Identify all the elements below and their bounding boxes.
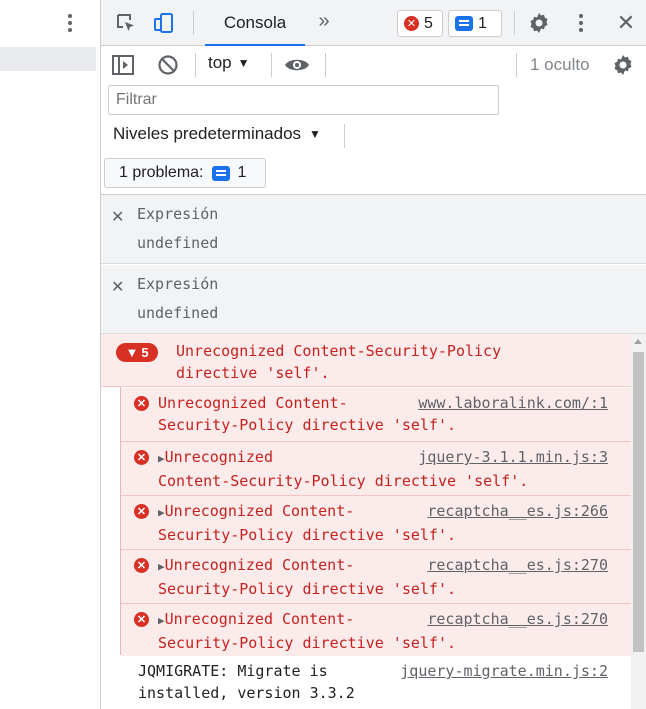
error-source-link[interactable]: recaptcha__es.js:270	[421, 608, 608, 630]
error-message-line1: Unrecognized Content-	[158, 394, 348, 412]
page-topbar	[0, 0, 100, 46]
hidden-messages-count: 1 oculto	[530, 55, 590, 74]
console-messages: ▼ 5 Unrecognized Content-Security-Policy …	[101, 334, 646, 709]
tabbar-separator	[514, 11, 515, 35]
expand-triangle-icon[interactable]: ▶	[158, 560, 165, 573]
expand-triangle-icon[interactable]: ▶	[158, 506, 165, 519]
error-message-line2: Security-Policy directive 'self'.	[158, 580, 457, 598]
log-levels-label: Niveles predeterminados	[113, 124, 302, 143]
remove-expression-icon[interactable]: ✕	[111, 277, 124, 297]
error-message-line1: Unrecognized Content-	[164, 556, 355, 574]
log-message-line2: installed, version 3.3.2	[138, 684, 355, 702]
error-source-link[interactable]: jquery-3.1.1.min.js:3	[412, 446, 608, 468]
active-tab-indicator	[205, 44, 305, 46]
clear-console-icon[interactable]	[155, 52, 181, 78]
log-message-row[interactable]: JQMIGRATE: Migrate is installed, version…	[101, 656, 631, 709]
console-scrollbar[interactable]	[631, 334, 646, 709]
inspect-element-icon[interactable]	[113, 10, 139, 36]
error-count-badge[interactable]: ✕ 5	[397, 10, 443, 37]
error-icon: ✕	[134, 396, 149, 411]
log-source-link[interactable]: jquery-migrate.min.js:2	[394, 660, 608, 682]
message-icon	[455, 16, 473, 31]
scroll-up-arrow-icon[interactable]	[634, 339, 642, 344]
page-more-options-icon[interactable]	[61, 12, 79, 36]
issues-button-label: 1 problema:	[119, 164, 204, 181]
live-expression-label[interactable]: Expresión	[137, 275, 218, 293]
toggle-sidebar-icon[interactable]	[110, 52, 136, 78]
devtools-panel: Consola » ✕ 5 1 ✕ top ▼ 1 oculto Filtrar…	[101, 0, 646, 709]
error-group-message: Unrecognized Content-Security-Policy dir…	[176, 342, 502, 382]
toolbar-separator	[195, 53, 196, 77]
expand-triangle-icon[interactable]: ▶	[158, 452, 165, 465]
live-expression-label[interactable]: Expresión	[137, 205, 218, 223]
devtools-tabbar: Consola » ✕ 5 1 ✕	[101, 0, 646, 46]
toolbar-separator	[325, 53, 326, 77]
error-message-line2: Content-Security-Policy directive 'self'…	[158, 472, 529, 490]
log-levels-dropdown[interactable]: Niveles predeterminados ▼	[113, 124, 321, 144]
remove-expression-icon[interactable]: ✕	[111, 207, 124, 227]
live-expression-value: undefined	[137, 304, 219, 322]
console-settings-gear-icon[interactable]	[610, 52, 636, 78]
tabbar-separator	[193, 11, 194, 35]
live-expression-eye-icon[interactable]	[284, 52, 310, 78]
error-icon: ✕	[134, 504, 149, 519]
error-message-line2: Security-Policy directive 'self'.	[158, 526, 457, 544]
toolbar-separator	[516, 53, 517, 77]
tab-console-label: Consola	[223, 13, 287, 32]
scrollbar-thumb[interactable]	[633, 352, 644, 652]
error-message-row[interactable]: ✕ ▶Unrecognized Content- Security-Policy…	[121, 496, 631, 550]
live-expression[interactable]: ✕ Expresión undefined	[101, 195, 646, 264]
issues-count-badge[interactable]: 1	[448, 10, 502, 37]
error-icon: ✕	[134, 450, 149, 465]
close-icon[interactable]: ✕	[613, 10, 639, 36]
error-icon: ✕	[404, 16, 419, 31]
error-source-link[interactable]: recaptcha__es.js:266	[421, 500, 608, 522]
issues-count: 1	[478, 14, 487, 32]
error-group-header[interactable]: ▼ 5 Unrecognized Content-Security-Policy …	[101, 334, 631, 387]
error-group-count[interactable]: ▼ 5	[116, 343, 158, 362]
live-expression[interactable]: ✕ Expresión undefined	[101, 265, 646, 334]
context-selector-value: top	[208, 53, 232, 72]
tab-console[interactable]: Consola	[205, 0, 305, 46]
issues-button[interactable]: 1 problema: 1	[104, 158, 266, 188]
customize-devtools-icon[interactable]	[568, 10, 594, 36]
error-message-line1: Unrecognized	[164, 448, 273, 466]
issues-button-count: 1	[237, 164, 247, 181]
page-selected-row[interactable]	[0, 47, 96, 71]
dropdown-caret-icon: ▼	[237, 56, 250, 70]
expand-triangle-icon[interactable]: ▶	[158, 614, 165, 627]
error-message-line1: Unrecognized Content-	[164, 610, 355, 628]
levels-separator	[344, 124, 345, 148]
context-selector[interactable]: top ▼	[208, 53, 250, 73]
error-message-line2: Security-Policy directive 'self'.	[158, 634, 457, 652]
error-source-link[interactable]: www.laboralink.com/:1	[412, 392, 608, 414]
live-expression-value: undefined	[137, 234, 219, 252]
toolbar-separator	[271, 53, 272, 77]
log-message-line1: JQMIGRATE: Migrate is	[138, 662, 328, 680]
message-icon	[211, 165, 230, 181]
more-tabs-icon[interactable]: »	[313, 10, 335, 33]
error-message-row[interactable]: ✕ ▶Unrecognized Content- Security-Policy…	[121, 550, 631, 604]
dropdown-caret-icon: ▼	[309, 127, 321, 141]
device-toolbar-icon[interactable]	[151, 10, 177, 36]
settings-gear-icon[interactable]	[526, 10, 552, 36]
error-icon: ✕	[134, 558, 149, 573]
error-icon: ✕	[134, 612, 149, 627]
error-source-link[interactable]: recaptcha__es.js:270	[421, 554, 608, 576]
error-count: 5	[424, 14, 433, 32]
error-message-line1: Unrecognized Content-	[164, 502, 355, 520]
error-message-row[interactable]: ✕ Unrecognized Content- Security-Policy …	[121, 388, 631, 442]
error-message-row[interactable]: ✕ ▶Unrecognized Content-Security-Policy …	[121, 442, 631, 496]
error-message-row[interactable]: ✕ ▶Unrecognized Content- Security-Policy…	[121, 604, 631, 658]
page-area	[0, 0, 100, 709]
filter-input[interactable]	[108, 85, 499, 115]
error-message-line2: Security-Policy directive 'self'.	[158, 416, 457, 434]
